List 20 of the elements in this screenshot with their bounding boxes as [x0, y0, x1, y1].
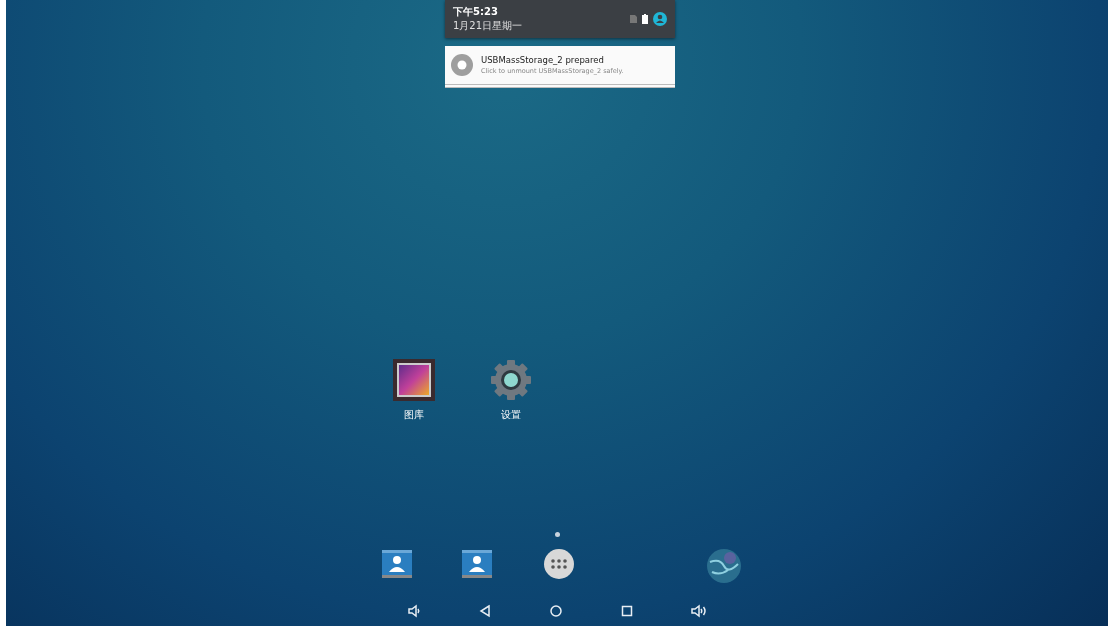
recents-icon[interactable]: [620, 604, 634, 618]
date-text: 1月21日星期一: [453, 19, 523, 33]
user-avatar-icon[interactable]: [653, 12, 667, 26]
all-apps-icon[interactable]: [543, 548, 575, 580]
app-label[interactable]: 图库: [404, 408, 424, 422]
disc-icon: [451, 54, 473, 76]
gallery-icon[interactable]: [392, 358, 436, 402]
sim-icon: [630, 15, 637, 23]
clock-time: 下午5:23: [453, 5, 499, 19]
settings-icon[interactable]: [489, 358, 533, 402]
volume-down-icon[interactable]: [407, 604, 421, 618]
back-icon[interactable]: [478, 604, 492, 618]
battery-icon: [642, 14, 648, 24]
notification-title: USBMassStorage_2 prepared: [481, 55, 605, 65]
contacts-icon[interactable]: [381, 548, 413, 580]
globe-icon[interactable]: [706, 548, 742, 584]
contacts-icon[interactable]: [461, 548, 493, 580]
volume-up-icon[interactable]: [691, 604, 707, 618]
home-icon[interactable]: [549, 604, 563, 618]
app-label[interactable]: 设置: [501, 408, 521, 422]
